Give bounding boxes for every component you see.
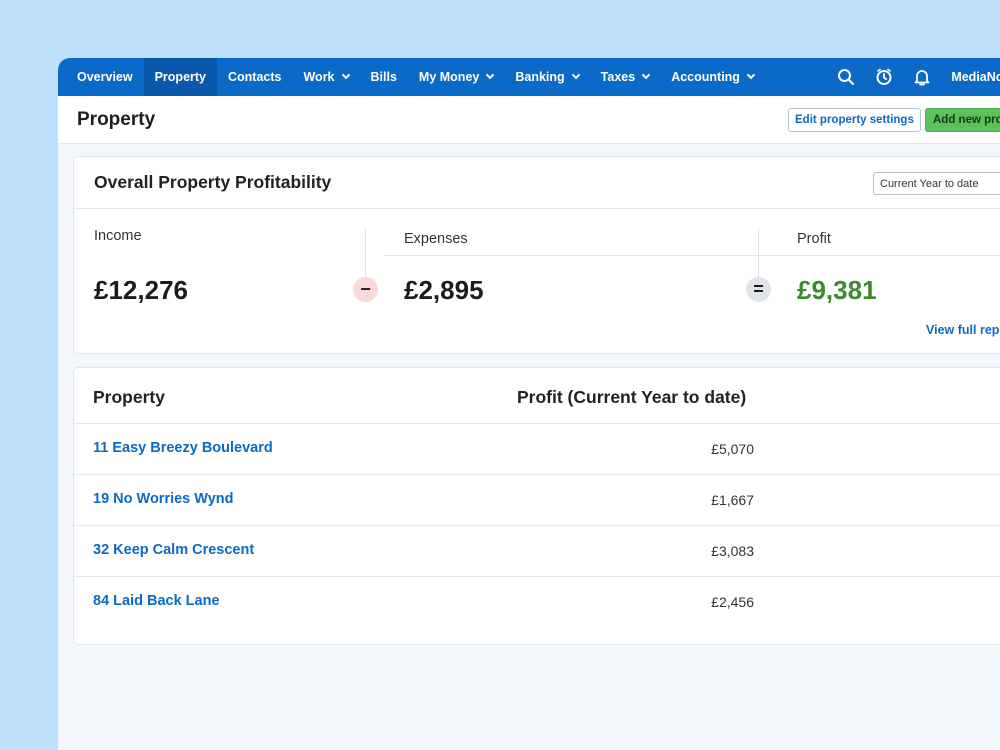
view-full-report-link[interactable]: View full repo xyxy=(926,323,1000,337)
page-title: Property xyxy=(77,108,156,130)
column-header-property: Property xyxy=(93,387,165,407)
table-header: Property Profit (Current Year to date) xyxy=(74,368,1000,424)
chevron-down-icon xyxy=(486,70,495,80)
chevron-down-icon xyxy=(746,70,756,80)
nav-label: My Money xyxy=(418,70,480,84)
nav-label: Overview xyxy=(77,70,133,84)
user-menu[interactable]: MediaNode xyxy=(941,70,1000,84)
profit-value: £9,381 xyxy=(797,275,877,305)
nav-label: Accounting xyxy=(671,70,740,84)
page-header: Property Edit property settings Add new … xyxy=(58,96,1000,144)
divider xyxy=(758,229,759,277)
timer-icon[interactable] xyxy=(865,58,903,96)
profit-cell: £1,667 xyxy=(711,492,754,508)
nav-accounting[interactable]: Accounting xyxy=(660,58,765,96)
nav-label: Contacts xyxy=(228,70,282,84)
period-select[interactable]: Current Year to date xyxy=(873,172,1000,195)
nav-right: MediaNode xyxy=(827,58,1000,96)
chevron-down-icon xyxy=(641,70,651,80)
property-link[interactable]: 84 Laid Back Lane xyxy=(93,593,220,609)
bell-icon[interactable] xyxy=(903,58,941,96)
table-row: 11 Easy Breezy Boulevard £5,070 xyxy=(74,424,1000,475)
nav-label: Bills xyxy=(370,70,397,84)
top-nav: Overview Property Contacts Work Bills My… xyxy=(58,58,1000,96)
table-row: 32 Keep Calm Crescent £3,083 xyxy=(74,526,1000,577)
profit-cell: £2,456 xyxy=(711,594,754,610)
nav-label: Taxes xyxy=(600,70,636,84)
property-table-card: Property Profit (Current Year to date) 1… xyxy=(73,367,1000,645)
divider xyxy=(384,255,1000,256)
income-label: Income xyxy=(94,228,142,244)
nav-contacts[interactable]: Contacts xyxy=(217,58,292,96)
edit-property-settings-button[interactable]: Edit property settings xyxy=(788,108,921,132)
income-value: £12,276 xyxy=(94,275,188,305)
table-row: 19 No Worries Wynd £1,667 xyxy=(74,475,1000,526)
app-window: Overview Property Contacts Work Bills My… xyxy=(58,58,1000,750)
chevron-down-icon xyxy=(571,70,580,80)
profit-cell: £3,083 xyxy=(711,543,754,559)
nav-bills[interactable]: Bills xyxy=(360,58,408,96)
nav-label: Property xyxy=(154,70,206,84)
table-row: 84 Laid Back Lane £2,456 xyxy=(74,577,1000,628)
column-header-profit: Profit (Current Year to date) xyxy=(517,387,747,407)
expenses-value: £2,895 xyxy=(404,275,484,305)
search-icon[interactable] xyxy=(827,58,865,96)
nav-work[interactable]: Work xyxy=(292,58,359,96)
property-link[interactable]: 11 Easy Breezy Boulevard xyxy=(93,440,273,456)
divider xyxy=(365,229,366,277)
nav-banking[interactable]: Banking xyxy=(504,58,589,96)
nav-taxes[interactable]: Taxes xyxy=(590,58,661,96)
profit-label: Profit xyxy=(797,231,831,247)
nav-label: Banking xyxy=(515,70,565,84)
nav-property[interactable]: Property xyxy=(143,58,217,96)
nav-label: Work xyxy=(303,70,335,84)
property-link[interactable]: 19 No Worries Wynd xyxy=(93,491,233,507)
add-new-property-button[interactable]: Add new pro xyxy=(925,108,1000,132)
chevron-down-icon xyxy=(341,70,350,80)
equals-icon: = xyxy=(746,277,771,302)
expenses-label: Expenses xyxy=(404,231,468,247)
minus-icon: − xyxy=(353,277,378,302)
property-link[interactable]: 32 Keep Calm Crescent xyxy=(93,542,254,558)
profitability-title: Overall Property Profitability xyxy=(94,172,332,192)
nav-overview[interactable]: Overview xyxy=(66,58,144,96)
nav-my-money[interactable]: My Money xyxy=(408,58,504,96)
profitability-card-header: Overall Property Profitability Current Y… xyxy=(74,157,1000,209)
profit-cell: £5,070 xyxy=(711,441,754,457)
profitability-card: Overall Property Profitability Current Y… xyxy=(73,156,1000,354)
